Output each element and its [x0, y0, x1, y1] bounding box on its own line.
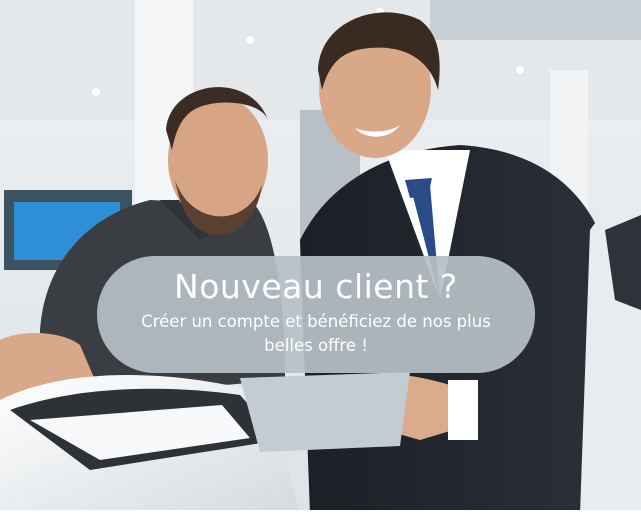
new-client-cta[interactable]: Nouveau client ? Créer un compte et béné… [97, 256, 535, 373]
cta-subtitle: Créer un compte et bénéficiez de nos plu… [141, 312, 491, 355]
cta-title: Nouveau client ? [174, 267, 458, 306]
promo-banner[interactable]: Nouveau client ? Créer un compte et béné… [0, 0, 641, 514]
bottom-divider [0, 510, 641, 514]
